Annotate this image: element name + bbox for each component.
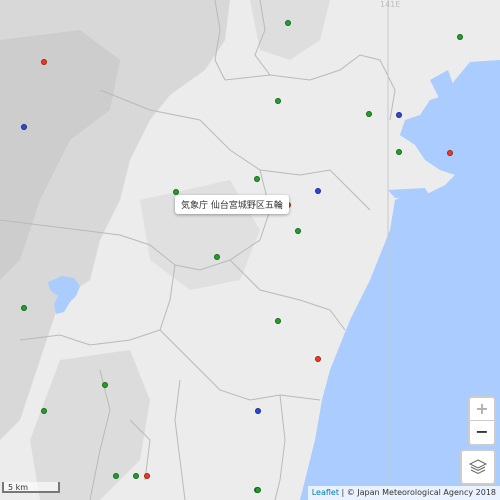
station-marker-red[interactable] <box>315 356 321 362</box>
zoom-in-button[interactable]: + <box>470 398 494 420</box>
station-marker-green[interactable] <box>255 487 261 493</box>
station-marker-green[interactable] <box>275 98 281 104</box>
station-tooltip: 気象庁 仙台宮城野区五輪 <box>175 195 289 214</box>
zoom-out-button[interactable]: − <box>470 420 494 443</box>
station-marker-green[interactable] <box>285 20 291 26</box>
station-marker-green[interactable] <box>295 228 301 234</box>
zoom-control: + − <box>468 396 496 446</box>
layers-icon <box>468 459 488 475</box>
station-marker-green[interactable] <box>41 408 47 414</box>
attribution-separator: | <box>338 488 347 497</box>
station-marker-red[interactable] <box>41 59 47 65</box>
station-marker-blue[interactable] <box>255 408 261 414</box>
station-marker-blue[interactable] <box>396 112 402 118</box>
station-marker-green[interactable] <box>133 473 139 479</box>
station-marker-green[interactable] <box>457 34 463 40</box>
station-marker-blue[interactable] <box>21 124 27 130</box>
station-marker-red[interactable] <box>447 150 453 156</box>
attribution: Leaflet | © Japan Meteorological Agency … <box>307 486 500 500</box>
basemap[interactable] <box>0 0 500 500</box>
station-marker-red[interactable] <box>144 473 150 479</box>
longitude-label: 141E <box>380 0 401 9</box>
station-marker-green[interactable] <box>113 473 119 479</box>
leaflet-link[interactable]: Leaflet <box>312 488 339 497</box>
station-marker-green[interactable] <box>254 176 260 182</box>
station-marker-green[interactable] <box>214 254 220 260</box>
station-marker-blue[interactable] <box>315 188 321 194</box>
layers-button[interactable] <box>460 449 496 485</box>
station-marker-green[interactable] <box>366 111 372 117</box>
station-marker-green[interactable] <box>275 318 281 324</box>
map-container[interactable]: 141E 気象庁 仙台宮城野区五輪 + − 5 km Leaflet | © J… <box>0 0 500 500</box>
scale-bar: 5 km <box>2 482 60 493</box>
station-marker-green[interactable] <box>21 305 27 311</box>
station-marker-green[interactable] <box>102 382 108 388</box>
attribution-text: © Japan Meteorological Agency 2018 <box>346 488 496 497</box>
station-marker-green[interactable] <box>396 149 402 155</box>
